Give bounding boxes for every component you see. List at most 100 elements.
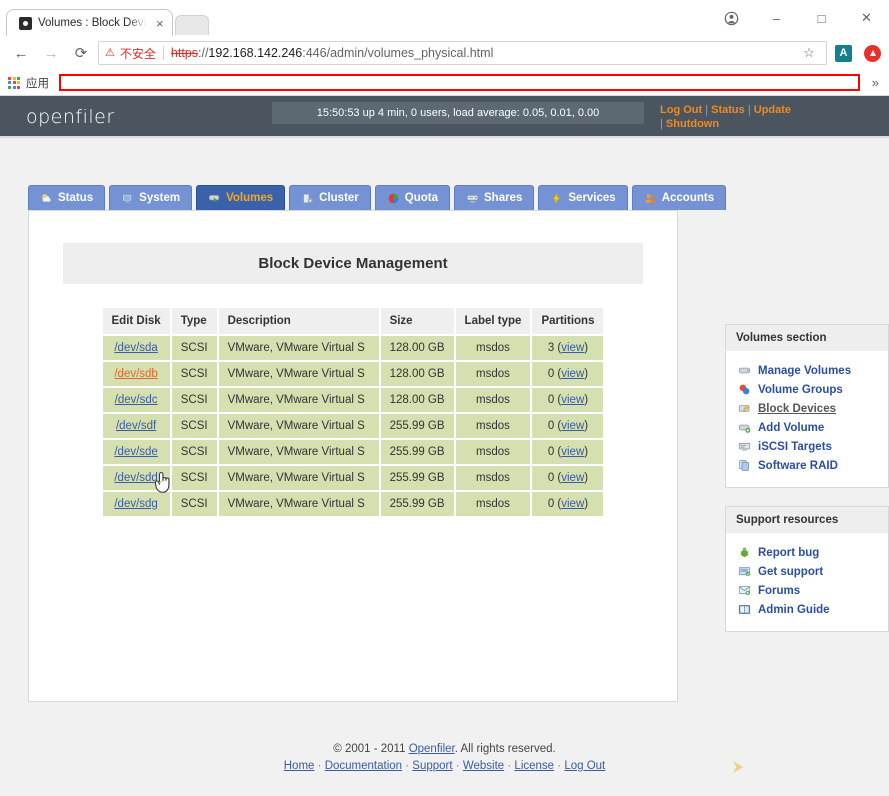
header-action-shutdown[interactable]: Shutdown [666,118,719,130]
tab-strip: Volumes : Block Device × [0,0,209,36]
nav-tab-quota[interactable]: Quota [375,185,450,210]
window-controls: – □ ✕ [709,0,889,36]
sidebar-link-get-support[interactable]: Get support [758,566,823,578]
security-status-label[interactable]: 不安全 [120,45,156,62]
footer-link-support[interactable]: Support [412,760,452,772]
sidebar-link-report-bug[interactable]: Report bug [758,547,819,559]
back-icon[interactable]: ← [8,40,34,66]
main-panel: Block Device Management Edit Disk Type D… [28,210,678,702]
column-header-size: Size [381,308,454,334]
view-partitions-link[interactable]: view [561,498,584,510]
sidebar-link-software-raid[interactable]: Software RAID [758,460,838,472]
openfiler-link[interactable]: Openfiler [409,743,455,755]
view-partitions-link[interactable]: view [561,472,584,484]
nav-tab-status[interactable]: Status [28,185,105,210]
footer-link-documentation[interactable]: Documentation [325,760,402,772]
view-partitions-link[interactable]: view [561,368,584,380]
new-tab-button[interactable] [175,15,209,35]
cell-type: SCSI [172,466,217,490]
watermark-pinyin: CHUANG XIN HU LIAN [763,776,873,783]
close-window-button[interactable]: ✕ [844,3,889,33]
footer-link-website[interactable]: Website [463,760,504,772]
nav-tab-services[interactable]: Services [538,185,627,210]
address-bar[interactable]: ⚠ 不安全 https://192.168.142.246:446/admin/… [98,41,827,65]
device-link-sdd[interactable]: /dev/sdd [114,472,157,484]
device-link-sde[interactable]: /dev/sde [114,446,157,458]
nav-tab-volumes-label: Volumes [226,192,273,204]
footer-link-home[interactable]: Home [284,760,315,772]
cell-type: SCSI [172,362,217,386]
device-link-sda[interactable]: /dev/sda [114,342,157,354]
sidebar-link-manage-volumes[interactable]: Manage Volumes [758,365,851,377]
sidebar-item-volume-groups[interactable]: Volume Groups [738,380,888,399]
profile-avatar-icon[interactable] [709,3,754,33]
sidebar-item-add-volume[interactable]: Add Volume [738,418,888,437]
sidebar-link-add-volume[interactable]: Add Volume [758,422,824,434]
view-partitions-link[interactable]: view [561,420,584,432]
sidebar-item-iscsi-targets[interactable]: iSCSI Targets [738,437,888,456]
footer-sep: · [318,760,322,772]
sidebar-link-volume-groups[interactable]: Volume Groups [758,384,843,396]
footer-sep: · [456,760,460,772]
nav-tab-cluster-label: Cluster [319,192,359,204]
forward-icon[interactable]: → [38,40,64,66]
footer-link-license[interactable]: License [514,760,554,772]
device-link-sdb[interactable]: /dev/sdb [114,368,157,380]
cell-label-type: msdos [456,440,531,464]
partition-count: 0 [548,498,554,510]
cell-type: SCSI [172,440,217,464]
openfiler-logo[interactable]: openfiler [0,96,115,128]
weather-icon [40,192,53,205]
bookmarks-overflow-icon[interactable]: » [872,75,881,90]
sidebar-item-report-bug[interactable]: Report bug [738,543,888,562]
sidebar-item-manage-volumes[interactable]: Manage Volumes [738,361,888,380]
warning-triangle-icon: ⚠ [105,48,115,59]
sidebar-link-block-devices[interactable]: Block Devices [758,403,836,415]
header-action-log-out[interactable]: Log Out [660,104,702,116]
apps-grid-icon[interactable] [8,77,20,89]
table-row: /dev/sda SCSI VMware, VMware Virtual S 1… [103,336,604,360]
device-link-sdg[interactable]: /dev/sdg [114,498,157,510]
sidebar-item-software-raid[interactable]: Software RAID [738,456,888,475]
view-partitions-link[interactable]: view [561,446,584,458]
header-action-status[interactable]: Status [711,104,745,116]
sidebar-item-get-support[interactable]: Get support [738,562,888,581]
device-link-sdf[interactable]: /dev/sdf [116,420,156,432]
adblock-extension-icon[interactable]: A [835,45,852,62]
view-partitions-link[interactable]: view [561,342,584,354]
view-partitions-link[interactable]: view [561,394,584,406]
nav-tab-shares[interactable]: Shares [454,185,534,210]
bookmark-star-icon[interactable]: ☆ [798,42,820,64]
nav-tab-volumes[interactable]: Volumes [196,185,285,210]
footer-link-log-out[interactable]: Log Out [564,760,605,772]
cell-type: SCSI [172,388,217,412]
nav-tab-cluster[interactable]: Cluster [289,185,371,210]
sidebar-link-forums[interactable]: Forums [758,585,800,597]
tab-close-icon[interactable]: × [152,17,164,30]
apps-bookmark-label[interactable]: 应用 [26,75,49,91]
table-row: /dev/sdf SCSI VMware, VMware Virtual S 2… [103,414,604,438]
nav-tab-system[interactable]: System [109,185,192,210]
sidebar-item-block-devices[interactable]: Block Devices [738,399,888,418]
nav-tab-system-label: System [139,192,180,204]
bolt-icon [550,192,563,205]
main-nav-tabs: Status System Volumes Cluster Quota Shar… [28,185,726,210]
cell-description: VMware, VMware Virtual S [219,362,379,386]
reload-icon[interactable]: ⟳ [68,40,94,66]
device-link-sdc[interactable]: /dev/sdc [115,394,158,406]
cell-partitions: 0 (view) [532,414,603,438]
header-action-update[interactable]: Update [754,104,791,116]
sidebar-item-forums[interactable]: Forums [738,581,888,600]
opera-extension-icon[interactable] [864,45,881,62]
sidebar-link-admin-guide[interactable]: Admin Guide [758,604,830,616]
maximize-button[interactable]: □ [799,3,844,33]
browser-tab-active[interactable]: Volumes : Block Device × [6,9,173,36]
table-row: /dev/sdg SCSI VMware, VMware Virtual S 2… [103,492,604,516]
cell-label-type: msdos [456,414,531,438]
sidebar-link-iscsi-targets[interactable]: iSCSI Targets [758,441,832,453]
minimize-button[interactable]: – [754,3,799,33]
footer-sep: · [405,760,409,772]
nav-tab-accounts[interactable]: Accounts [632,185,726,210]
url-scheme: https [171,46,198,60]
sidebar-item-admin-guide[interactable]: Admin Guide [738,600,888,619]
